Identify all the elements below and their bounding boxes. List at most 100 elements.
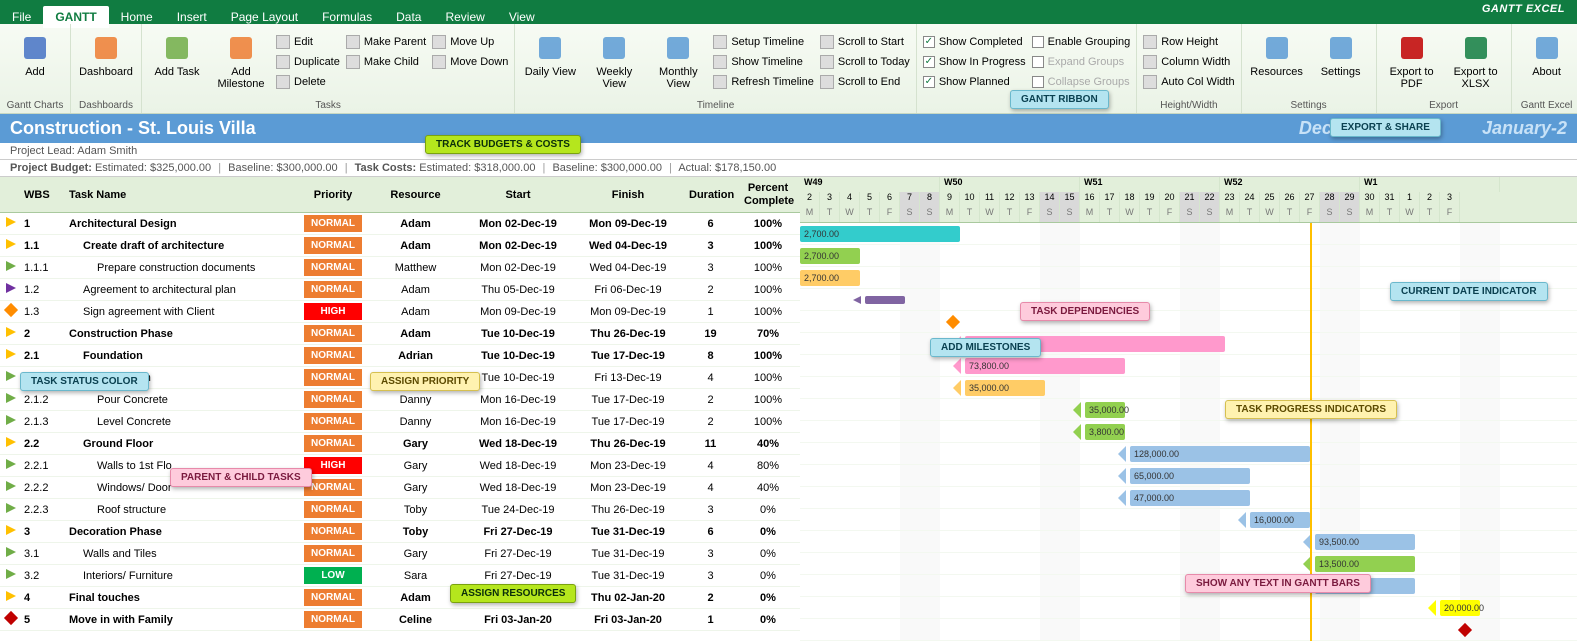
percent-cell[interactable]: 80% [738,458,798,474]
priority-cell[interactable]: NORMAL [298,499,368,520]
finish-cell[interactable]: Fri 06-Dec-19 [573,282,683,298]
task-row[interactable]: 2.2.2 Windows/ Door NORMAL Gary Wed 18-D… [0,477,800,499]
duration-cell[interactable]: 4 [683,480,738,496]
resource-cell[interactable]: Gary [368,480,463,496]
percent-cell[interactable]: 100% [738,282,798,298]
percent-cell[interactable]: 100% [738,238,798,254]
resource-cell[interactable]: Matthew [368,260,463,276]
finish-cell[interactable]: Mon 23-Dec-19 [573,480,683,496]
priority-cell[interactable]: NORMAL [298,323,368,344]
show-completed-check[interactable]: Show Completed [923,32,1026,52]
priority-cell[interactable]: NORMAL [298,279,368,300]
start-cell[interactable]: Tue 10-Dec-19 [463,348,573,364]
percent-cell[interactable]: 100% [738,304,798,320]
monthly-view-button[interactable]: Monthly View [649,28,707,90]
gantt-bar[interactable]: 73,800.00 [965,358,1125,374]
show-in-progress-check[interactable]: Show In Progress [923,52,1026,72]
finish-cell[interactable]: Thu 26-Dec-19 [573,436,683,452]
gantt-bar[interactable]: 2,700.00 [800,226,960,242]
finish-cell[interactable]: Wed 04-Dec-19 [573,260,683,276]
gantt-bar[interactable]: 13,500.00 [1315,556,1415,572]
percent-cell[interactable]: 100% [738,260,798,276]
priority-cell[interactable]: NORMAL [298,543,368,564]
finish-cell[interactable]: Tue 31-Dec-19 [573,568,683,584]
finish-cell[interactable]: Mon 23-Dec-19 [573,458,683,474]
resources-button[interactable]: Resources [1248,28,1306,78]
duration-cell[interactable]: 2 [683,392,738,408]
gantt-bar[interactable]: 93,500.00 [1315,534,1415,550]
task-row[interactable]: 2.2 Ground Floor NORMAL Gary Wed 18-Dec-… [0,433,800,455]
daily-view-button[interactable]: Daily View [521,28,579,78]
priority-cell[interactable]: HIGH [298,301,368,322]
duration-cell[interactable]: 3 [683,260,738,276]
settings-button[interactable]: Settings [1312,28,1370,78]
add-task-button[interactable]: Add Task [148,28,206,78]
dashboard-button[interactable]: Dashboard [77,28,135,78]
priority-cell[interactable]: NORMAL [298,345,368,366]
edit-button[interactable]: Edit [276,32,340,52]
percent-cell[interactable]: 0% [738,502,798,518]
priority-cell[interactable]: NORMAL [298,411,368,432]
start-cell[interactable]: Wed 18-Dec-19 [463,458,573,474]
move-up-button[interactable]: Move Up [432,32,508,52]
start-cell[interactable]: Mon 02-Dec-19 [463,238,573,254]
duration-cell[interactable]: 11 [683,436,738,452]
finish-cell[interactable]: Tue 31-Dec-19 [573,546,683,562]
priority-cell[interactable]: NORMAL [298,235,368,256]
finish-cell[interactable]: Thu 26-Dec-19 [573,502,683,518]
finish-cell[interactable]: Tue 31-Dec-19 [573,524,683,540]
resource-cell[interactable]: Gary [368,458,463,474]
duration-cell[interactable]: 3 [683,546,738,562]
duration-cell[interactable]: 4 [683,458,738,474]
percent-cell[interactable]: 100% [738,216,798,232]
gantt-milestone[interactable] [946,315,960,329]
resource-cell[interactable]: Toby [368,524,463,540]
start-cell[interactable]: Mon 09-Dec-19 [463,304,573,320]
priority-cell[interactable]: LOW [298,565,368,586]
add-chart-button[interactable]: Add [6,28,64,78]
percent-cell[interactable]: 40% [738,436,798,452]
task-row[interactable]: 1 Architectural Design NORMAL Adam Mon 0… [0,213,800,235]
row-height-button[interactable]: Row Height [1143,32,1234,52]
task-row[interactable]: 2 Construction Phase NORMAL Adam Tue 10-… [0,323,800,345]
resource-cell[interactable]: Danny [368,392,463,408]
priority-cell[interactable]: NORMAL [298,521,368,542]
resource-cell[interactable]: Celine [368,612,463,628]
duration-cell[interactable]: 6 [683,216,738,232]
duration-cell[interactable]: 1 [683,304,738,320]
scroll-to-end-button[interactable]: Scroll to End [820,72,910,92]
about-button[interactable]: About [1518,28,1576,78]
move-down-button[interactable]: Move Down [432,52,508,72]
duration-cell[interactable]: 2 [683,590,738,606]
resource-cell[interactable]: Adam [368,238,463,254]
show-planned-check[interactable]: Show Planned [923,72,1026,92]
resource-cell[interactable]: Adam [368,282,463,298]
task-row[interactable]: 1.1.1 Prepare construction documents NOR… [0,257,800,279]
priority-cell[interactable]: NORMAL [298,257,368,278]
start-cell[interactable]: Tue 24-Dec-19 [463,502,573,518]
finish-cell[interactable]: Fri 13-Dec-19 [573,370,683,386]
gantt-bar[interactable]: 16,000.00 [1250,512,1310,528]
setup-timeline-button[interactable]: Setup Timeline [713,32,814,52]
gantt-bar[interactable]: 3,800.00 [1085,424,1125,440]
gantt-bar[interactable]: 35,000.00 [1085,402,1125,418]
duration-cell[interactable]: 3 [683,502,738,518]
finish-cell[interactable]: Thu 26-Dec-19 [573,326,683,342]
finish-cell[interactable]: Mon 09-Dec-19 [573,216,683,232]
gantt-bar[interactable]: 128,000.00 [1130,446,1310,462]
duration-cell[interactable]: 3 [683,238,738,254]
percent-cell[interactable]: 40% [738,480,798,496]
task-row[interactable]: 3.2 Interiors/ Furniture LOW Sara Fri 27… [0,565,800,587]
resource-cell[interactable]: Adrian [368,348,463,364]
duration-cell[interactable]: 3 [683,568,738,584]
percent-cell[interactable]: 0% [738,612,798,628]
delete-button[interactable]: Delete [276,72,340,92]
percent-cell[interactable]: 0% [738,568,798,584]
duration-cell[interactable]: 2 [683,414,738,430]
duplicate-button[interactable]: Duplicate [276,52,340,72]
start-cell[interactable]: Fri 27-Dec-19 [463,524,573,540]
task-row[interactable]: 1.2 Agreement to architectural plan NORM… [0,279,800,301]
export-pdf-button[interactable]: Export to PDF [1383,28,1441,90]
percent-cell[interactable]: 70% [738,326,798,342]
priority-cell[interactable]: NORMAL [298,609,368,630]
